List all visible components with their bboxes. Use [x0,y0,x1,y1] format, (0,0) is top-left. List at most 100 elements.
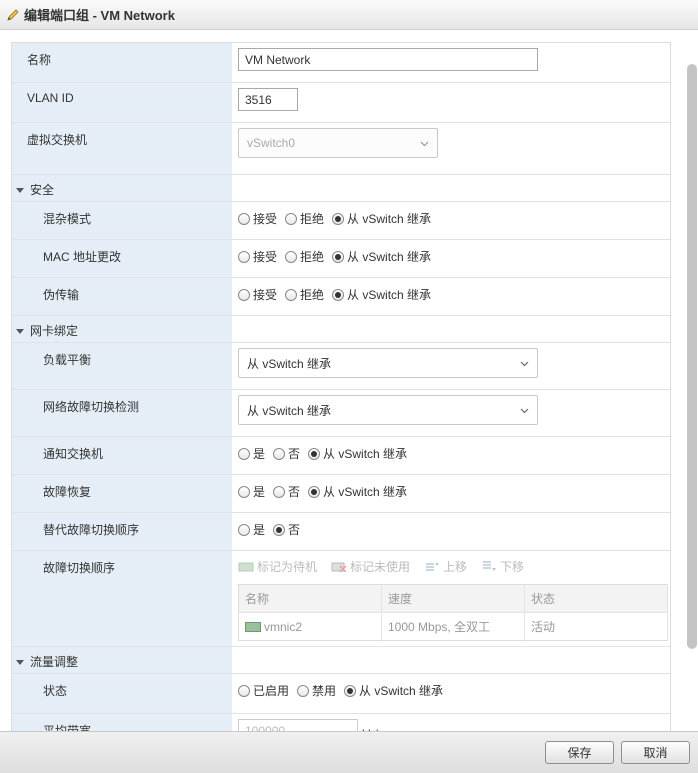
radio-label: 拒绝 [300,250,325,264]
vswitch-row: 虚拟交换机 vSwitch0 [12,123,670,175]
col-name-header[interactable]: 名称 [238,584,382,613]
move-up-label: 上移 [443,559,468,574]
security-section-header[interactable]: 安全 [12,175,670,202]
failure-detect-label: 网络故障切换检测 [12,390,232,436]
failover-nic-table: 名称 速度 状态 vmnic2 1000 Mbps, 全双工 活动 [238,584,668,641]
move-down-button[interactable]: 下移 [481,558,524,575]
radio-circle [308,447,321,460]
forged-inherit-radio[interactable]: 从 vSwitch 继承 [332,286,431,303]
load-balance-select[interactable]: 从 vSwitch 继承 [238,348,538,378]
security-header-label: 安全 [30,183,55,197]
cancel-button[interactable]: 取消 [621,741,690,764]
mac-inherit-radio[interactable]: 从 vSwitch 继承 [332,248,431,265]
failure-detect-row: 网络故障切换检测 从 vSwitch 继承 [12,390,670,437]
radio-label: 从 vSwitch 继承 [359,684,444,698]
failure-detect-value: 从 vSwitch 继承 [247,403,332,418]
mac-change-row: MAC 地址更改 接受 拒绝 从 vSwitch 继承 [12,240,670,278]
shaping-status-row: 状态 已启用 禁用 从 vSwitch 继承 [12,674,670,714]
col-status-header[interactable]: 状态 [524,584,668,613]
forged-transmits-label: 伪传输 [12,278,232,315]
radio-label: 拒绝 [300,288,325,302]
forged-reject-radio[interactable]: 拒绝 [285,286,324,303]
mark-unused-button[interactable]: 标记未使用 [331,558,410,575]
mac-accept-radio[interactable]: 接受 [238,248,277,265]
move-down-icon [483,561,497,571]
avg-bandwidth-unit: kb/s [362,719,384,731]
shaping-disabled-radio[interactable]: 禁用 [297,682,336,699]
failback-yes-radio[interactable]: 是 [238,483,265,500]
radio-circle [273,523,286,536]
mac-reject-radio[interactable]: 拒绝 [285,248,324,265]
standby-icon [238,562,254,572]
promiscuous-reject-radio[interactable]: 拒绝 [285,210,324,227]
promiscuous-accept-radio[interactable]: 接受 [238,210,277,227]
shaping-enabled-radio[interactable]: 已启用 [238,682,289,699]
nic-speed-cell: 1000 Mbps, 全双工 [381,612,525,641]
avg-bandwidth-input: 100000 [238,719,358,731]
radio-label: 已启用 [253,684,290,698]
failover-toolbar: 标记为待机 标记未使用 上移 下移 [238,554,538,578]
radio-label: 否 [288,485,301,499]
radio-label: 禁用 [312,684,337,698]
vswitch-value: vSwitch0 [247,136,296,150]
load-balance-value: 从 vSwitch 继承 [247,356,332,371]
promiscuous-inherit-radio[interactable]: 从 vSwitch 继承 [332,210,431,227]
col-speed-header[interactable]: 速度 [381,584,525,613]
move-down-label: 下移 [500,559,525,574]
move-up-button[interactable]: 上移 [424,558,467,575]
radio-label: 从 vSwitch 继承 [323,485,408,499]
notify-no-radio[interactable]: 否 [273,445,300,462]
teaming-section-header[interactable]: 网卡绑定 [12,316,670,343]
radio-circle [285,212,298,225]
mark-standby-button[interactable]: 标记为待机 [238,558,317,575]
failover-order-label: 故障切换顺序 [12,551,232,646]
radio-label: 否 [288,447,301,461]
nic-name-cell: vmnic2 [238,612,382,641]
promiscuous-row: 混杂模式 接受 拒绝 从 vSwitch 继承 [12,202,670,240]
radio-label: 接受 [253,212,278,226]
radio-circle [238,250,250,263]
radio-circle [332,212,345,225]
vertical-scrollbar[interactable] [687,64,697,649]
radio-circle [285,288,298,301]
vlan-id-input[interactable]: 3516 [238,88,298,111]
shaping-inherit-radio[interactable]: 从 vSwitch 继承 [344,682,443,699]
radio-circle [285,250,298,263]
override-order-row: 替代故障切换顺序 是 否 [12,513,670,551]
failure-detect-select[interactable]: 从 vSwitch 继承 [238,395,538,425]
radio-circle [238,212,250,225]
port-group-form: 名称 VM Network VLAN ID 3516 虚拟交换机 vSwitch… [11,42,671,731]
vlan-label: VLAN ID [12,83,232,122]
override-no-radio[interactable]: 否 [273,521,300,538]
failback-row: 故障恢复 是 否 从 vSwitch 继承 [12,475,670,513]
override-yes-radio[interactable]: 是 [238,521,265,538]
forged-transmits-row: 伪传输 接受 拒绝 从 vSwitch 继承 [12,278,670,316]
vswitch-select: vSwitch0 [238,128,438,158]
radio-circle [332,250,345,263]
table-row[interactable]: vmnic2 1000 Mbps, 全双工 活动 [238,612,668,641]
avg-bandwidth-label: 平均带宽 [12,714,232,731]
vlan-row: VLAN ID 3516 [12,83,670,123]
unused-icon [331,562,347,572]
failback-inherit-radio[interactable]: 从 vSwitch 继承 [308,483,407,500]
radio-circle [297,684,310,697]
failback-no-radio[interactable]: 否 [273,483,300,500]
radio-label: 从 vSwitch 继承 [323,447,408,461]
name-input[interactable]: VM Network [238,48,538,71]
notify-yes-radio[interactable]: 是 [238,445,265,462]
radio-circle [238,523,250,536]
notify-inherit-radio[interactable]: 从 vSwitch 继承 [308,445,407,462]
chevron-down-icon [420,141,429,146]
load-balance-label: 负载平衡 [12,343,232,389]
radio-label: 否 [288,523,301,537]
failover-order-row: 故障切换顺序 标记为待机 标记未使用 上移 下移 名称 速度 状态 vmnic2… [12,551,670,647]
shaping-section-header[interactable]: 流量调整 [12,647,670,674]
avg-bandwidth-row: 平均带宽 100000 kb/s [12,714,670,731]
promiscuous-label: 混杂模式 [12,202,232,239]
nic-status-cell: 活动 [524,612,668,641]
forged-accept-radio[interactable]: 接受 [238,286,277,303]
mark-unused-label: 标记未使用 [350,559,411,574]
chevron-down-icon [520,408,529,413]
radio-circle [238,447,250,460]
save-button[interactable]: 保存 [545,741,614,764]
